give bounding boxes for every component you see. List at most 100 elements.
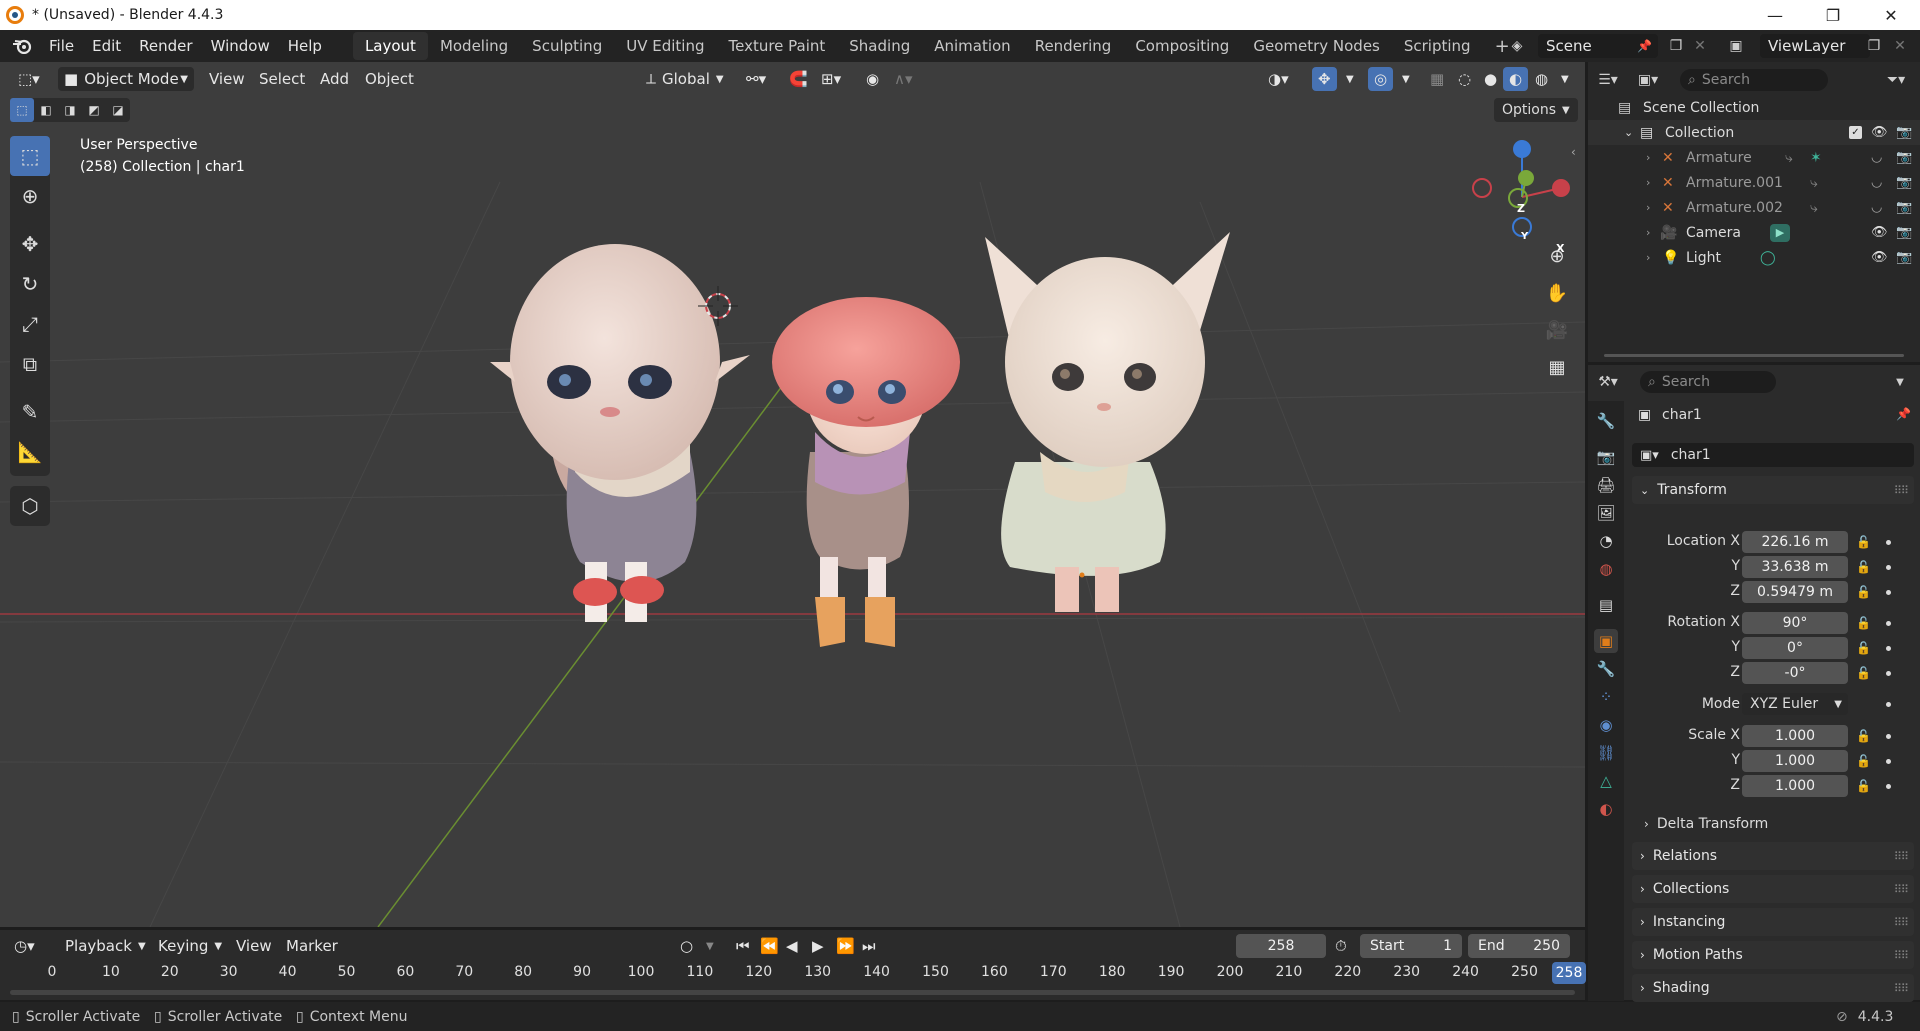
rotation-z-field[interactable]: -0° [1742,662,1848,684]
location-x-field[interactable]: 226.16 m [1742,531,1848,553]
select-invert-icon[interactable]: ◩ [82,98,106,122]
overlays-dropdown-icon[interactable]: ▼ [1396,67,1416,91]
outliner-row-scene-collection[interactable]: ▤ Scene Collection [1588,95,1920,120]
constraints-tab-icon[interactable]: ⛓ [1594,741,1618,765]
scale-tool-icon[interactable]: ⤢ [10,304,50,344]
select-new-icon[interactable]: ⬚ [10,98,34,122]
gizmo-toggle-icon[interactable]: ✥ [1312,67,1337,91]
transform-panel-header[interactable]: ⌄ Transform ⠿⠿ [1632,476,1914,504]
drag-grip-icon[interactable]: ⠿⠿ [1894,850,1909,863]
transform-tool-icon[interactable]: ⧉ [10,344,50,384]
rotate-tool-icon[interactable]: ↻ [10,264,50,304]
lock-scale-x-icon[interactable]: 🔓 [1856,729,1871,743]
tool-tab-icon[interactable]: 🔧 [1594,409,1618,433]
snap-icon[interactable]: 🧲 [783,67,814,91]
filter-icon[interactable]: ⏷▾ [1884,69,1908,91]
tab-scripting[interactable]: Scripting [1392,32,1483,60]
rendered-shading-icon[interactable]: ◍ [1529,67,1554,91]
properties-search[interactable]: ⌕ Search [1640,371,1776,393]
jump-start-icon[interactable]: ⏮ [736,934,750,958]
stopwatch-icon[interactable]: ⏱ [1335,934,1347,958]
pin-icon[interactable]: 📌 [1637,39,1652,53]
tab-compositing[interactable]: Compositing [1123,32,1241,60]
sidebar-toggle-icon[interactable]: ‹ [1571,145,1576,159]
tab-rendering[interactable]: Rendering [1023,32,1124,60]
gizmo-dropdown-icon[interactable]: ▼ [1340,67,1360,91]
overlays-icon[interactable]: ◎ [1368,67,1394,91]
physics-tab-icon[interactable]: ◉ [1594,713,1618,737]
solid-shading-icon[interactable]: ● [1478,67,1503,91]
render-camera-icon[interactable]: 📷 [1896,250,1912,265]
menu-object[interactable]: Object [359,67,420,91]
outliner-row-camera[interactable]: › 🎥 Camera ▶ 👁 📷 [1588,220,1920,245]
render-tab-icon[interactable]: 📷 [1594,445,1618,469]
properties-editor-type-icon[interactable]: ⚒▾ [1596,371,1620,393]
scale-x-field[interactable]: 1.000 [1742,725,1848,747]
keyframe-dot-icon[interactable] [1886,702,1891,707]
keyframe-dot-icon[interactable] [1886,671,1891,676]
menu-keying[interactable]: Keying ▼ [158,934,222,958]
tab-layout[interactable]: Layout [352,32,428,60]
drag-grip-icon[interactable]: ⠿⠿ [1894,916,1909,929]
view-layer-tab-icon[interactable]: 🖼 [1594,501,1618,525]
expand-chevron-icon[interactable]: › [1646,176,1650,189]
drag-grip-icon[interactable]: ⠿⠿ [1894,883,1909,896]
jump-next-keyframe-icon[interactable]: ⏩ [836,934,855,958]
close-button[interactable]: ✕ [1862,0,1920,30]
menu-render[interactable]: Render [130,30,201,62]
snap-target-icon[interactable]: ⊞▾ [815,67,847,91]
select-box-tool-icon[interactable]: ⬚ [10,136,50,176]
keyframe-dot-icon[interactable] [1886,590,1891,595]
collections-panel-header[interactable]: › Collections ⠿⠿ [1632,875,1914,903]
cursor-tool-icon[interactable]: ⊕ [10,176,50,216]
menu-timeline-view[interactable]: View [236,934,272,958]
jump-end-icon[interactable]: ⏭ [862,934,876,958]
pin-icon[interactable]: 📌 [1896,407,1911,421]
lock-location-y-icon[interactable]: 🔓 [1856,560,1871,574]
outliner-row-armature[interactable]: › ✕ Armature ⤷ ✶ ◡ 📷 [1588,145,1920,170]
object-datablock-field[interactable]: ▣▾ char1 [1632,443,1914,467]
render-camera-icon[interactable]: 📷 [1896,175,1912,190]
keyframe-dot-icon[interactable] [1886,540,1891,545]
collapse-chevron-icon[interactable]: ⌄ [1624,126,1633,139]
view-layer-selector[interactable]: ViewLayer [1760,34,1870,58]
annotate-tool-icon[interactable]: ✎ [10,392,50,432]
tab-texture-paint[interactable]: Texture Paint [716,32,837,60]
view-layer-selector-icon[interactable]: ▣ [1724,35,1748,57]
rotation-y-field[interactable]: 0° [1742,637,1848,659]
gizmo-y-label[interactable]: Y [1521,231,1528,242]
scale-y-field[interactable]: 1.000 [1742,750,1848,772]
current-frame-field[interactable]: 258 [1236,934,1326,958]
auto-keying-icon[interactable]: ○ [680,934,693,958]
delete-view-layer-icon[interactable]: ✕ [1888,35,1912,57]
timeline-scrollbar[interactable] [10,990,1575,995]
lock-rotation-x-icon[interactable]: 🔓 [1856,616,1871,630]
relations-panel-header[interactable]: › Relations ⠿⠿ [1632,842,1914,870]
keying-set-icon[interactable]: ▼ [706,934,714,958]
menu-edit[interactable]: Edit [83,30,130,62]
ortho-grid-icon[interactable]: ▦ [1541,351,1573,383]
new-view-layer-icon[interactable]: ❐ [1862,35,1886,57]
shading-dropdown-icon[interactable]: ▼ [1555,67,1575,91]
measure-tool-icon[interactable]: 📐 [10,432,50,472]
keyframe-dot-icon[interactable] [1886,759,1891,764]
delta-transform-subpanel[interactable]: › Delta Transform [1644,812,1768,836]
menu-playback[interactable]: Playback ▼ [65,934,146,958]
blender-menu-icon[interactable] [0,30,40,62]
motion-paths-panel-header[interactable]: › Motion Paths ⠿⠿ [1632,941,1914,969]
outliner-search[interactable]: ⌕ Search [1680,69,1828,91]
start-frame-field[interactable]: Start 1 [1360,934,1462,958]
expand-chevron-icon[interactable]: › [1646,201,1650,214]
material-tab-icon[interactable]: ◐ [1594,797,1618,821]
eye-icon[interactable]: 👁 [1871,225,1888,240]
visibility-icon[interactable]: ◑▾ [1262,67,1295,91]
display-mode-icon[interactable]: ▣▾ [1636,69,1660,91]
render-camera-icon[interactable]: 📷 [1896,150,1912,165]
outliner-row-collection[interactable]: ⌄ ▤ Collection ✓ 👁 📷 [1588,120,1920,145]
wireframe-shading-icon[interactable]: ◌ [1452,67,1477,91]
outliner-row-light[interactable]: › 💡 Light ◯ 👁 📷 [1588,245,1920,270]
add-cube-tool-icon[interactable]: ⬡ [10,486,50,526]
camera-view-icon[interactable]: 🎥 [1541,314,1573,346]
drag-grip-icon[interactable]: ⠿⠿ [1894,949,1909,962]
end-frame-field[interactable]: End 250 [1468,934,1570,958]
